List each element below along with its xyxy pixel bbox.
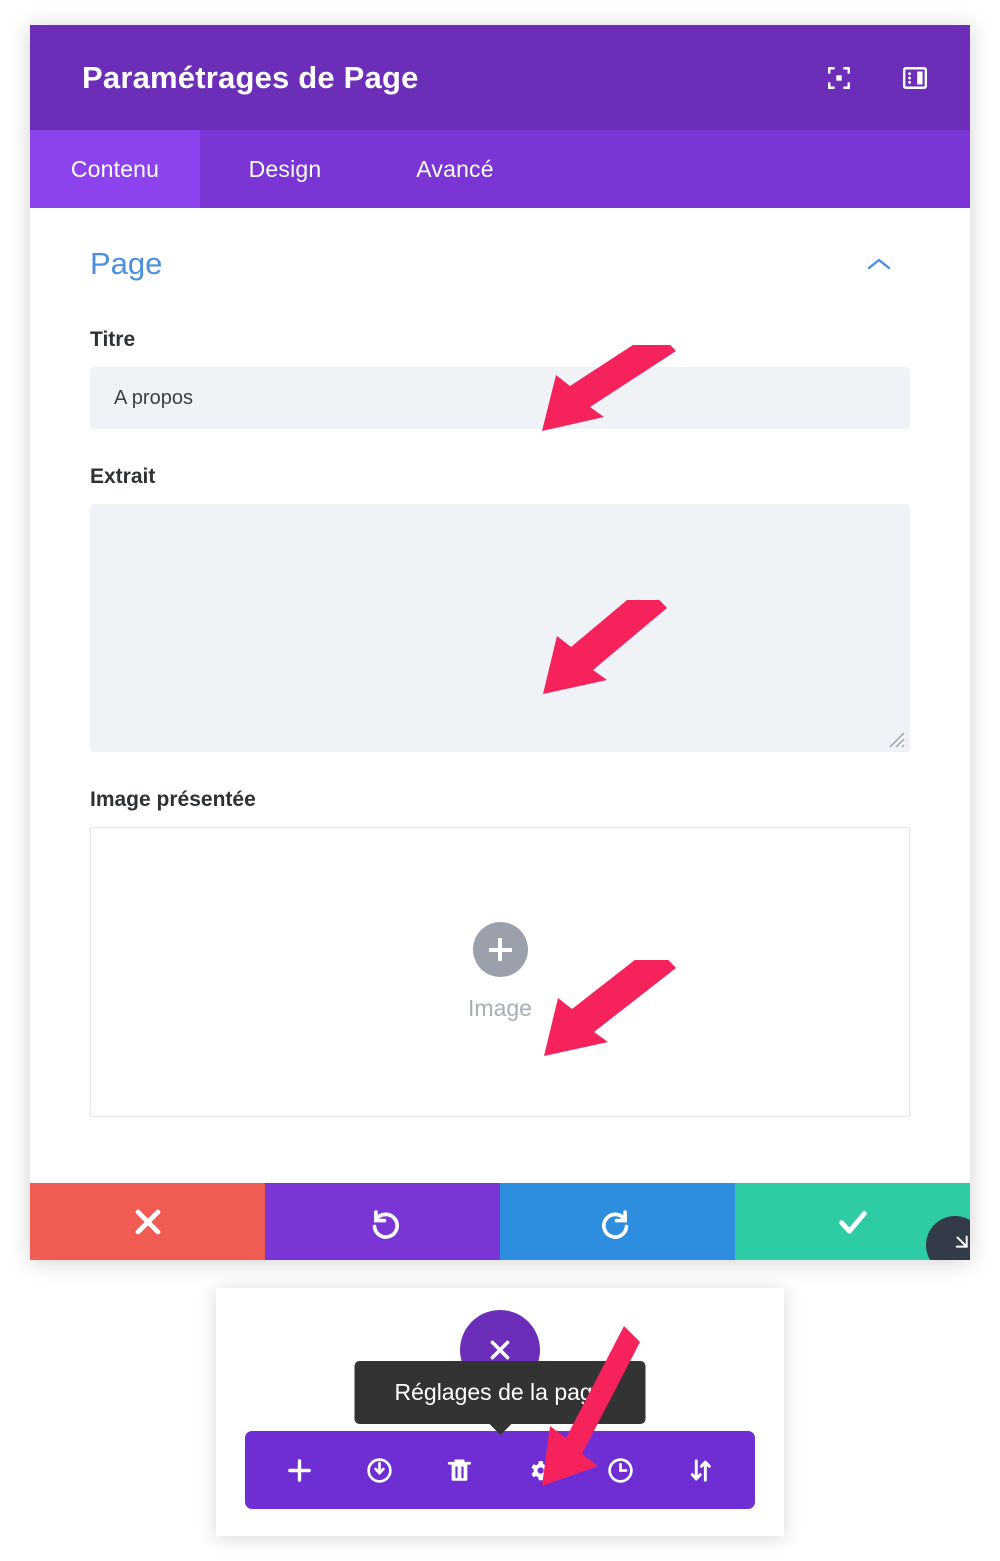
layout-panel-icon[interactable] — [902, 65, 928, 91]
section-header-page[interactable]: Page — [90, 208, 910, 292]
field-label-image: Image présentée — [90, 788, 256, 811]
header-icon-group — [826, 65, 928, 91]
section-title: Page — [90, 246, 163, 281]
clock-icon — [608, 1457, 633, 1483]
fullscreen-icon[interactable] — [826, 65, 852, 91]
close-icon — [490, 1340, 510, 1360]
panel-action-bar — [30, 1183, 970, 1260]
field-titre: Titre A propos — [90, 328, 910, 429]
sort-button[interactable] — [670, 1439, 732, 1501]
tab-contenu[interactable]: Contenu — [30, 130, 200, 208]
excerpt-textarea[interactable] — [90, 504, 910, 752]
page-settings-button[interactable] — [509, 1439, 571, 1501]
cancel-button[interactable] — [30, 1183, 265, 1260]
tab-bar: Contenu Design Avancé — [30, 130, 970, 208]
chevron-up-icon[interactable] — [866, 256, 892, 272]
undo-button[interactable] — [265, 1183, 500, 1260]
add-section-button[interactable] — [268, 1439, 330, 1501]
undo-icon — [366, 1205, 400, 1239]
tab-avance[interactable]: Avancé — [370, 130, 540, 208]
trash-icon — [448, 1459, 472, 1481]
check-icon — [836, 1205, 870, 1239]
power-save-icon — [367, 1457, 392, 1483]
plus-icon — [287, 1458, 311, 1482]
history-button[interactable] — [589, 1439, 651, 1501]
page-title: Paramétrages de Page — [82, 59, 419, 95]
field-extrait: Extrait — [90, 465, 910, 752]
panel-header: Paramétrages de Page — [30, 25, 970, 130]
title-input[interactable]: A propos — [90, 367, 910, 429]
floating-toolbar-card: Réglages de la page — [216, 1288, 784, 1536]
sort-arrows-icon — [691, 1458, 712, 1482]
gear-icon — [531, 1460, 550, 1480]
tab-design[interactable]: Design — [200, 130, 370, 208]
plus-icon[interactable] — [472, 922, 528, 977]
featured-image-dropzone[interactable]: Image — [90, 827, 910, 1117]
field-image-presentee: Image présentée Image — [90, 788, 910, 1117]
delete-button[interactable] — [429, 1439, 491, 1501]
mini-toolbar — [245, 1431, 755, 1509]
close-icon — [131, 1205, 165, 1239]
page-settings-panel: Paramétrages de Page Contenu Design Avan… — [30, 25, 970, 1260]
field-label-extrait: Extrait — [90, 465, 156, 488]
textarea-resize-grip-icon[interactable] — [883, 726, 905, 748]
save-library-button[interactable] — [348, 1439, 410, 1501]
tooltip-reglages-de-la-page: Réglages de la page — [354, 1361, 646, 1435]
field-label-titre: Titre — [90, 328, 136, 351]
dropzone-label: Image — [468, 995, 532, 1021]
redo-icon — [601, 1205, 635, 1239]
redo-button[interactable] — [500, 1183, 735, 1260]
panel-body: Page Titre A propos Extrait Image présen… — [30, 208, 970, 1183]
